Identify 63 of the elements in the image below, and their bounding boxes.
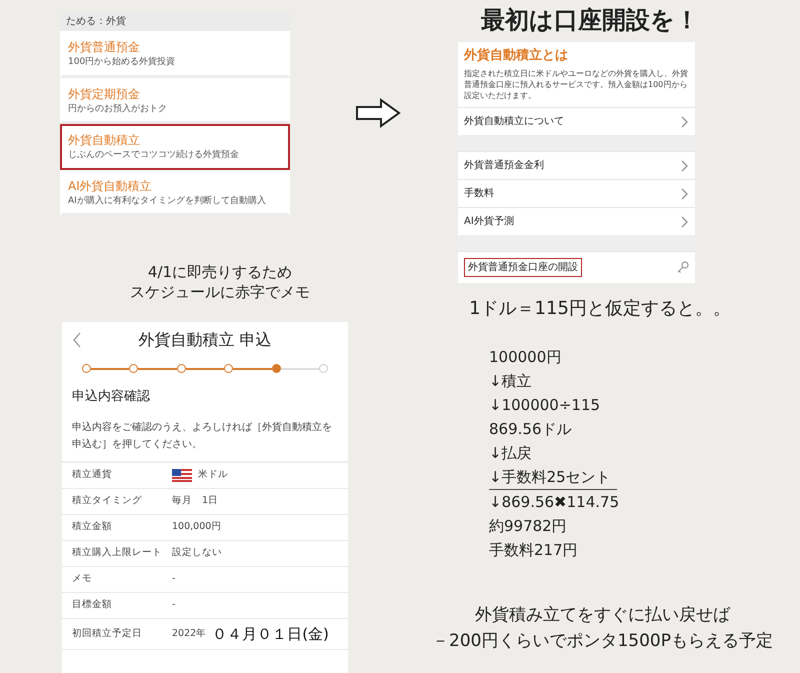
chevron-icon xyxy=(680,160,689,172)
row-label: 外貨自動積立について xyxy=(464,114,564,130)
headline: 最初は口座開設を！ xyxy=(480,5,700,36)
caption-line: スケジュールに赤字でメモ xyxy=(129,282,311,302)
field-label: 積立金額 xyxy=(72,520,113,534)
field-value: 2022年 xyxy=(172,626,206,641)
menu-item[interactable]: 外貨定期預金 円からのお預入がおトク xyxy=(60,78,290,124)
calculation-line: ↓100000÷115 xyxy=(489,395,600,416)
assumption-text: 1ドル＝115円と仮定すると。。 xyxy=(468,297,732,321)
calculation-line: 100000円 xyxy=(489,347,562,368)
section-title: 申込内容確認 xyxy=(71,388,151,406)
list-row[interactable]: 手数料 xyxy=(458,179,695,208)
conclusion-line: －200円くらいでポンタ1500Pもらえる予定 xyxy=(431,630,774,652)
info-title: 外貨自動積立とは xyxy=(462,46,569,65)
item-subtitle: AIが購入に有利なタイミングを判断して自動購入 xyxy=(68,194,267,208)
calculation-line: ↓手数料25セント xyxy=(489,465,617,490)
chevron-icon xyxy=(680,116,689,128)
menu-item[interactable]: 外貨普通預金 100円から始める外貨投資 xyxy=(60,31,290,78)
field-value: 設定しない xyxy=(172,546,222,560)
chevron-icon xyxy=(680,188,689,200)
field-value: 米ドル xyxy=(198,468,228,482)
field-label: 積立タイミング xyxy=(72,494,143,508)
item-subtitle: じぶんのペースでコツコツ続ける外貨預金 xyxy=(68,149,240,162)
calculation-line: ↓積立 xyxy=(489,371,532,392)
list-row[interactable]: 外貨普通預金金利 xyxy=(458,151,695,180)
field-label: 初回積立予定日 xyxy=(72,626,143,641)
key-icon xyxy=(676,261,689,274)
calculation-line: 約99782円 xyxy=(489,516,567,537)
right-arrow-icon xyxy=(355,98,401,128)
row-label: AI外貨予測 xyxy=(464,214,514,230)
field-value: 毎月 1日 xyxy=(172,494,218,508)
calculation-line: 手数料217円 xyxy=(489,540,578,561)
item-title: AI外貨自動積立 xyxy=(68,178,153,194)
calculation-line: ↓869.56✖114.75 xyxy=(489,492,620,513)
calculation-line: ↓払戻 xyxy=(489,443,532,464)
section-header: ためる：外貨 xyxy=(60,12,290,31)
field-value: - xyxy=(172,572,176,586)
field-label: メモ xyxy=(72,572,93,586)
conclusion-line: 外貨積み立てをすぐに払い戻せば xyxy=(474,604,732,627)
caption-line: 4/1に即売りするため xyxy=(146,262,294,282)
row-label: 手数料 xyxy=(464,186,494,202)
back-icon xyxy=(72,332,82,348)
info-description: 指定された積立日に米ドルやユーロなどの外貨を購入し、外貨普通預金口座に預入れるサービスです。預入金額は100円から設定いただけます。 xyxy=(463,68,689,102)
item-title: 外貨普通預金 xyxy=(68,39,141,56)
row-label: 外貨普通預金金利 xyxy=(464,158,544,174)
calculation-line: 869.56ドル xyxy=(489,419,572,440)
item-title: 外貨自動積立 xyxy=(68,132,141,149)
form-title: 外貨自動積立 申込 xyxy=(137,329,273,351)
field-label: 目標金額 xyxy=(72,598,113,612)
field-value: - xyxy=(172,598,176,612)
item-subtitle: 円からのお預入がおトク xyxy=(68,102,168,116)
row-label: 外貨普通預金口座の開設 xyxy=(464,258,582,278)
field-label: 積立購入上限レート xyxy=(72,546,163,560)
field-value: 100,000円 xyxy=(172,520,222,534)
item-subtitle: 100円から始める外貨投資 xyxy=(68,56,176,69)
field-label: 積立通貨 xyxy=(72,468,113,482)
menu-item[interactable]: AI外貨自動積立 AIが購入に有利なタイミングを判断して自動購入 xyxy=(60,170,290,216)
instruction-text: 申込内容をご確認のうえ、よろしければ［外貨自動積立を申込む］を押してください。 xyxy=(62,412,348,462)
handwritten-date: ０４月０１日(金) xyxy=(212,624,329,644)
item-title: 外貨定期預金 xyxy=(68,86,141,102)
chevron-icon xyxy=(680,216,689,228)
list-row[interactable]: 外貨普通預金口座の開設 xyxy=(458,251,695,284)
menu-item[interactable]: 外貨自動積立 じぶんのペースでコツコツ続ける外貨預金 xyxy=(60,124,290,170)
